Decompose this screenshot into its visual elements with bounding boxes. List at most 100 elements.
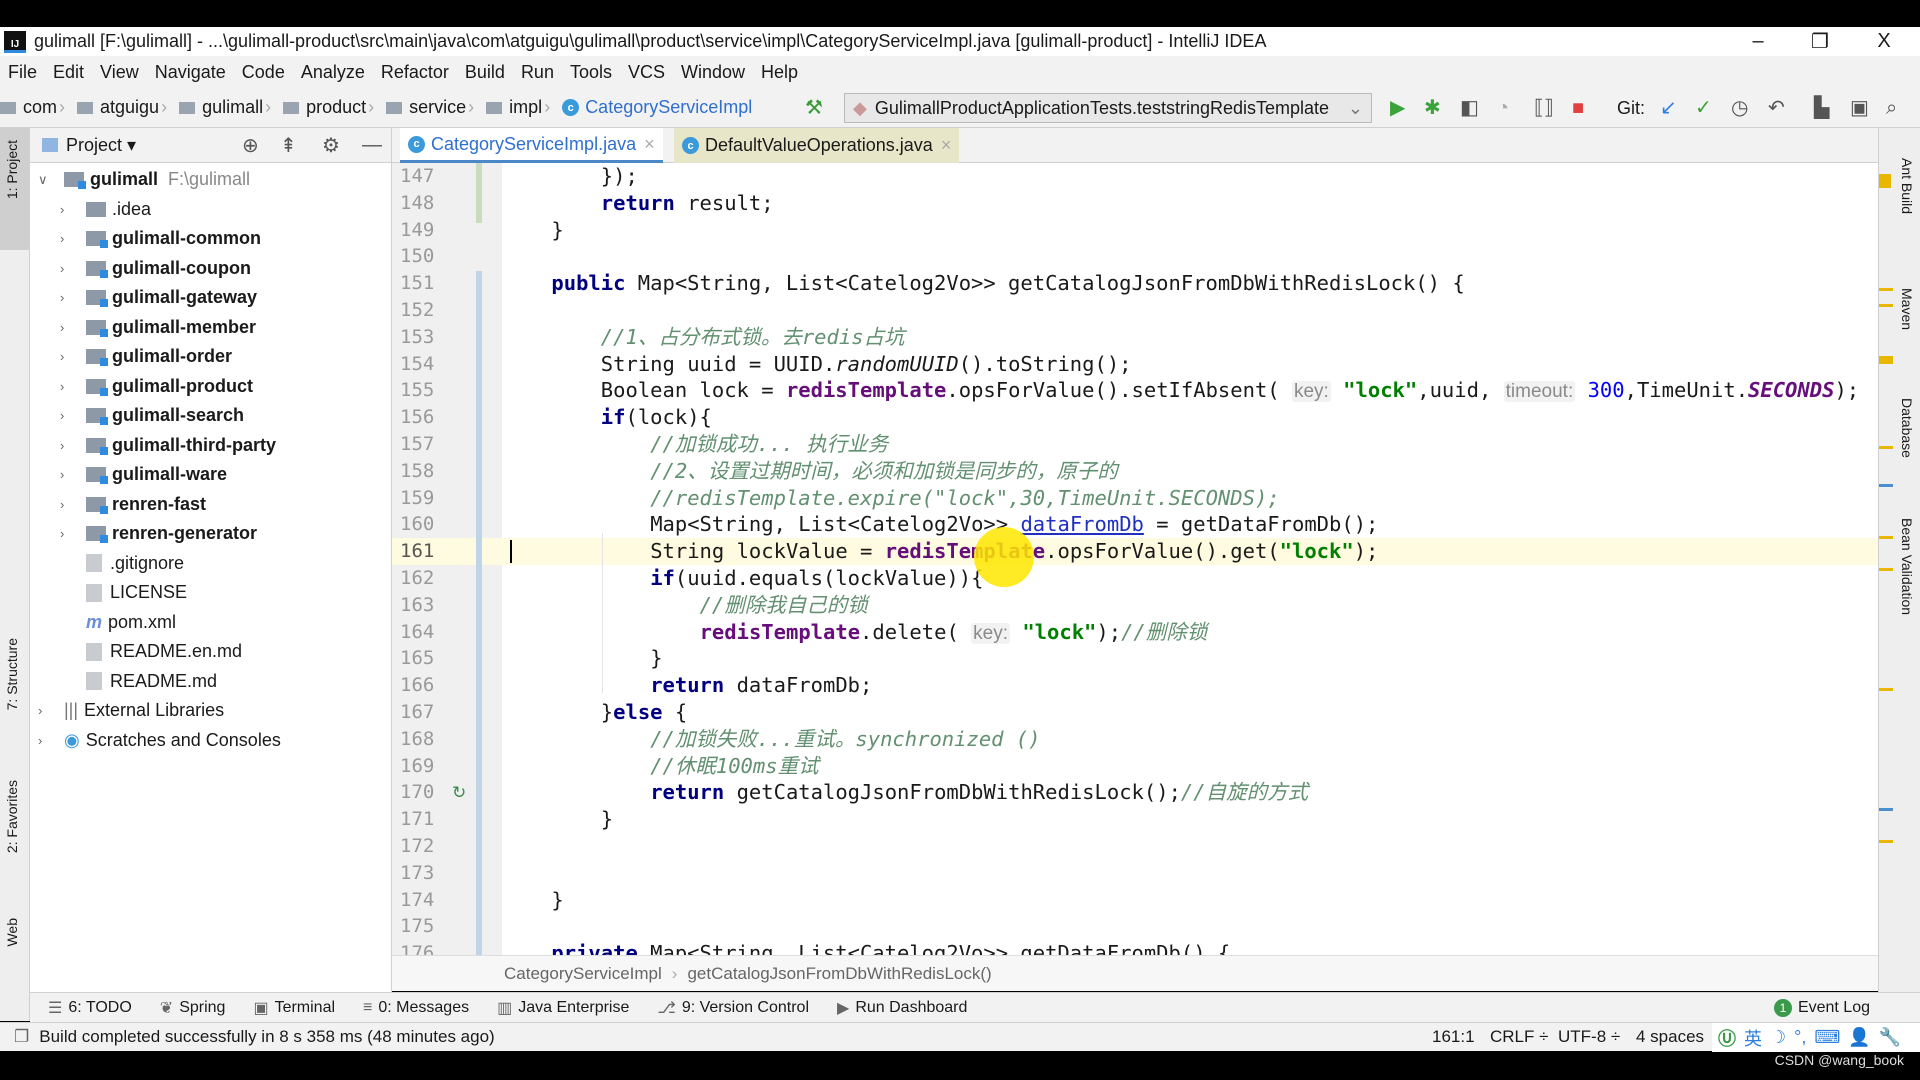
menu-help[interactable]: Help <box>761 62 798 83</box>
git-update-icon[interactable]: ↙ <box>1660 96 1677 120</box>
tree-item[interactable]: › gulimall-coupon <box>60 254 251 283</box>
code-token: (lock){ <box>625 405 712 430</box>
tree-item[interactable]: › renren-generator <box>60 519 257 548</box>
revert-icon[interactable]: ↶ <box>1768 96 1785 120</box>
tool-window-spring[interactable]: ❦ Spring <box>160 998 226 1018</box>
event-log-button[interactable]: 1 Event Log <box>1773 998 1870 1017</box>
wrench-icon[interactable]: 🔧 <box>1879 1027 1901 1048</box>
tree-item[interactable]: m pom.xml <box>60 608 176 637</box>
keyboard-icon[interactable]: ⌨ <box>1814 1027 1840 1048</box>
tree-item[interactable]: › ||| External Libraries <box>38 696 224 725</box>
tab-maven[interactable]: Maven <box>1899 288 1915 330</box>
run-icon[interactable]: ▶ <box>1390 96 1405 120</box>
restore-button[interactable]: ❐ <box>1790 27 1850 56</box>
punctuation-icon[interactable]: °, <box>1794 1027 1806 1048</box>
hide-icon[interactable]: — <box>362 134 382 157</box>
menu-vcs[interactable]: VCS <box>628 62 665 83</box>
history-icon[interactable]: ◷ <box>1731 96 1748 120</box>
menu-navigate[interactable]: Navigate <box>155 62 226 83</box>
breadcrumb-method[interactable]: getCatalogJsonFromDbWithRedisLock() <box>687 964 991 984</box>
locate-icon[interactable]: ⊕ <box>242 133 259 158</box>
ime-language[interactable]: 英 <box>1744 1025 1762 1051</box>
menu-refactor[interactable]: Refactor <box>381 62 449 83</box>
tab-favorites[interactable]: 2: Favorites <box>4 780 20 853</box>
terminal-icon[interactable]: ▣ <box>1850 96 1869 120</box>
tool-window-run-dashboard[interactable]: ▶ Run Dashboard <box>837 998 967 1018</box>
tree-item[interactable]: README.md <box>60 667 217 696</box>
menu-view[interactable]: View <box>100 62 139 83</box>
tree-item[interactable]: › gulimall-product <box>60 372 253 401</box>
tree-item[interactable]: .gitignore <box>60 549 184 578</box>
collapse-all-icon[interactable]: ⇞ <box>280 133 297 158</box>
indent-setting[interactable]: 4 spaces <box>1636 1027 1704 1047</box>
tree-item[interactable]: › gulimall-ware <box>60 460 227 489</box>
nav-crumb-product[interactable]: product › <box>283 97 380 118</box>
tool-window-terminal[interactable]: ▣ Terminal <box>253 998 335 1018</box>
tool-window-messages[interactable]: ≡ 0: Messages <box>363 999 469 1017</box>
code-editor[interactable]: }); return result;} public Map<String, Lis… <box>502 163 1878 955</box>
tab-database[interactable]: Database <box>1899 398 1915 458</box>
menu-build[interactable]: Build <box>465 62 505 83</box>
profile-icon[interactable]: ◔ <box>1497 96 1509 120</box>
minimize-button[interactable]: – <box>1728 27 1788 56</box>
debug-icon[interactable]: ✱ <box>1424 96 1441 120</box>
tree-item[interactable]: › gulimall-common <box>60 224 261 253</box>
project-structure-icon[interactable]: ▙ <box>1814 96 1829 120</box>
menu-window[interactable]: Window <box>681 62 745 83</box>
tree-item[interactable]: › gulimall-order <box>60 342 232 371</box>
project-view-select[interactable]: Project ▾ <box>66 135 136 156</box>
menu-tools[interactable]: Tools <box>570 62 612 83</box>
nav-crumb-impl[interactable]: impl › <box>486 97 556 118</box>
run-configuration-select[interactable]: ◆ GulimallProductApplicationTests.teststr… <box>844 93 1372 123</box>
gear-icon[interactable]: ⚙ <box>322 133 340 158</box>
tab-bean-validation[interactable]: Bean Validation <box>1899 518 1915 615</box>
tree-item[interactable]: LICENSE <box>60 578 187 607</box>
tree-root[interactable]: ∨ gulimall F:\gulimall <box>38 165 250 194</box>
tree-item[interactable]: › gulimall-member <box>60 313 256 342</box>
attach-debugger-icon[interactable]: ⟦⟧ <box>1534 96 1554 120</box>
user-icon[interactable]: 👤 <box>1848 1027 1870 1048</box>
coverage-icon[interactable]: ◧ <box>1460 96 1479 120</box>
menu-code[interactable]: Code <box>242 62 285 83</box>
tool-window-version-control[interactable]: ⎇ 9: Version Control <box>657 998 809 1018</box>
tree-item[interactable]: › gulimall-gateway <box>60 283 257 312</box>
tab-ant-build[interactable]: Ant Build <box>1899 158 1915 214</box>
moon-icon[interactable]: ☽ <box>1770 1027 1786 1048</box>
nav-crumb-class[interactable]: c CategoryServiceImpl <box>562 97 752 118</box>
tab-structure[interactable]: 7: Structure <box>4 638 20 710</box>
code-token[interactable]: dataFromDb <box>1020 512 1143 536</box>
tab-web[interactable]: Web <box>4 918 20 947</box>
close-button[interactable]: X <box>1854 27 1914 56</box>
build-hammer-icon[interactable]: ⚒ <box>805 96 823 120</box>
close-tab-icon[interactable]: × <box>941 135 952 156</box>
search-icon[interactable]: ⌕ <box>1886 96 1897 120</box>
menu-file[interactable]: File <box>8 62 37 83</box>
menu-edit[interactable]: Edit <box>53 62 84 83</box>
stop-icon[interactable]: ■ <box>1572 96 1584 120</box>
close-tab-icon[interactable]: × <box>644 134 655 155</box>
tab-category-service-impl[interactable]: c CategoryServiceImpl.java × <box>400 128 663 163</box>
tab-default-value-operations[interactable]: c DefaultValueOperations.java × <box>674 128 960 163</box>
tree-item[interactable]: › gulimall-third-party <box>60 431 276 460</box>
git-commit-icon[interactable]: ✓ <box>1695 96 1712 120</box>
tree-item[interactable]: › ◉ Scratches and Consoles <box>38 726 281 755</box>
nav-crumb-gulimall[interactable]: gulimall › <box>179 97 277 118</box>
chevron-right-icon: › <box>60 467 65 482</box>
nav-crumb-atguigu[interactable]: atguigu › <box>77 97 173 118</box>
line-number: 166 <box>400 674 435 697</box>
caret-position[interactable]: 161:1 <box>1432 1027 1475 1047</box>
line-separator[interactable]: CRLF ÷ <box>1490 1027 1548 1047</box>
menu-analyze[interactable]: Analyze <box>301 62 365 83</box>
menu-run[interactable]: Run <box>521 62 554 83</box>
tree-item[interactable]: › renren-fast <box>60 490 206 519</box>
tab-project[interactable]: 1: Project <box>4 140 20 199</box>
tool-window-todo[interactable]: ☰ 6: TODO <box>48 998 132 1018</box>
tree-item[interactable]: README.en.md <box>60 637 242 666</box>
breadcrumb-class[interactable]: CategoryServiceImpl <box>504 964 662 984</box>
nav-crumb-service[interactable]: service › <box>386 97 480 118</box>
nav-crumb-com[interactable]: com › <box>0 97 71 118</box>
tree-item[interactable]: › .idea <box>60 195 151 224</box>
file-encoding[interactable]: UTF-8 ÷ <box>1558 1027 1620 1047</box>
tool-window-java-enterprise[interactable]: ▥ Java Enterprise <box>497 998 629 1018</box>
tree-item[interactable]: › gulimall-search <box>60 401 244 430</box>
